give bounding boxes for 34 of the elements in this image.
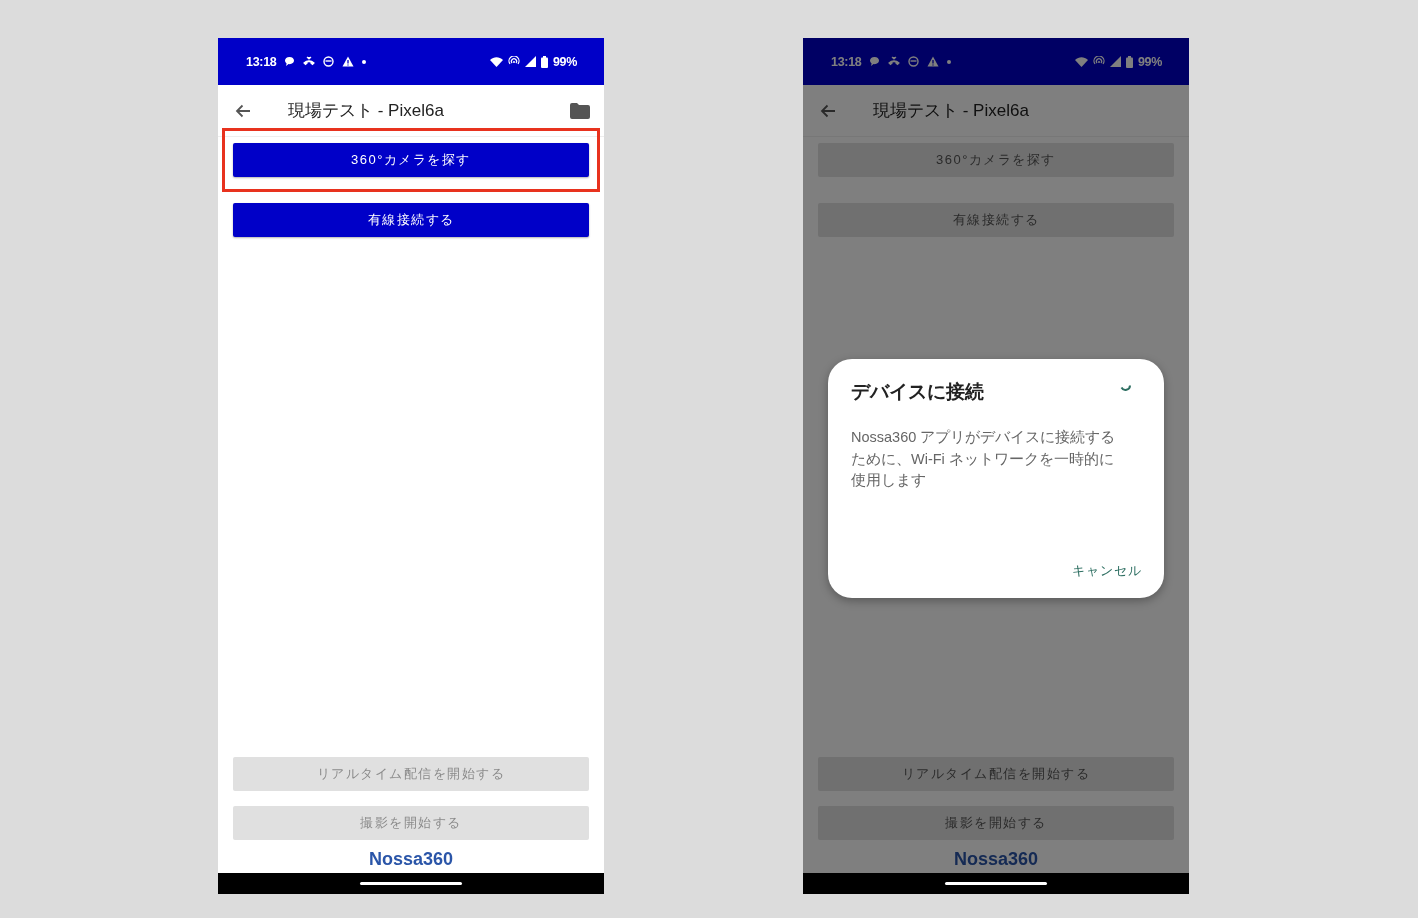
action-button[interactable]: 360°カメラを探す [233,143,589,177]
home-handle[interactable] [360,882,462,885]
wifi-icon [1074,56,1088,67]
status-time: 13:18 [831,54,862,69]
back-arrow-icon[interactable] [235,103,251,118]
status-time: 13:18 [246,54,277,69]
hotspot-icon [1092,56,1105,67]
battery-icon [540,55,548,68]
dot-icon [947,59,952,64]
chat-bubble-icon [284,56,296,67]
chat-bubble-icon [869,56,881,67]
call-icon [303,56,316,67]
dialog-title: デバイスに接続 [851,380,984,404]
dot-icon [362,59,367,64]
home-handle[interactable] [945,882,1047,885]
wifi-icon [489,56,503,67]
screen-title: 現場テスト - Pixel6a [288,100,445,122]
hotspot-icon [507,56,520,67]
action-button[interactable]: 有線接続する [233,203,589,237]
call-icon [888,56,901,67]
back-arrow-icon[interactable] [820,103,836,118]
warning-icon [927,56,940,67]
app-logo: Nossa360 [952,848,1040,871]
signal-icon [1109,56,1121,67]
battery-percent: 99% [552,54,577,69]
app-logo: Nossa360 [367,848,455,871]
warning-icon [342,56,355,67]
battery-percent: 99% [1137,54,1162,69]
folder-icon[interactable] [570,102,590,119]
dialog-message: Nossa360 アプリがデバイスに接続するために、Wi-Fi ネットワークを一時的に使用します [851,428,1117,490]
signal-icon [524,56,536,67]
cancel-button[interactable]: キャンセル [1072,562,1142,580]
battery-icon [1125,55,1133,68]
screen-title: 現場テスト - Pixel6a [873,100,1030,122]
